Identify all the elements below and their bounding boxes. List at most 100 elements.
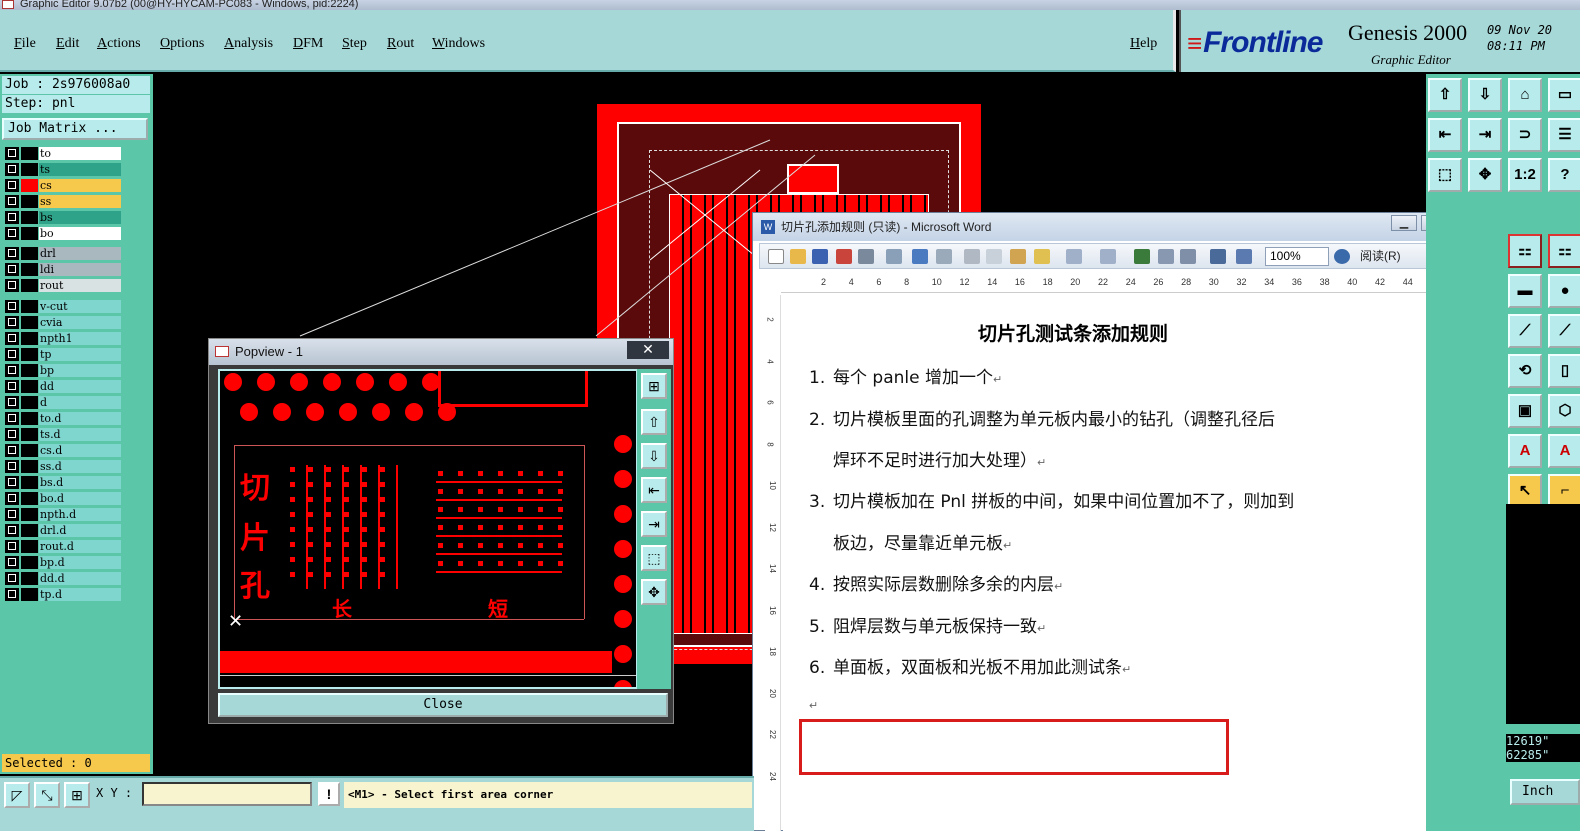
layer-name[interactable]: drl [39, 247, 121, 260]
zoom-toggle-icon[interactable]: ⤡ [34, 782, 60, 808]
minimize-icon[interactable]: ▁ [1391, 215, 1417, 231]
layer-name[interactable]: drl.d [39, 524, 121, 537]
layer-checkbox[interactable] [5, 396, 19, 409]
layer-name[interactable]: ts [39, 163, 121, 176]
layer-color-swatch[interactable] [21, 147, 38, 160]
layer-row-npth1[interactable]: npth1 [4, 331, 122, 346]
snap-grid-icon[interactable]: ⚏ [1508, 234, 1542, 268]
job-matrix-button[interactable]: Job Matrix ... [2, 118, 148, 140]
layer-name[interactable]: ts.d [39, 428, 121, 441]
layer-checkbox[interactable] [5, 572, 19, 585]
window-icon[interactable]: ▭ [1548, 78, 1580, 112]
pan-left-icon[interactable]: ⇤ [641, 477, 667, 503]
research-icon[interactable] [936, 249, 952, 264]
layer-row-ldi[interactable]: ldi [4, 262, 122, 277]
layer-row-bp.d[interactable]: bp.d [4, 555, 122, 570]
layer-color-swatch[interactable] [21, 300, 38, 313]
read-mode-button[interactable]: 阅读(R) [1360, 247, 1401, 266]
layer-checkbox[interactable] [5, 492, 19, 505]
layer-color-swatch[interactable] [21, 428, 38, 441]
circle-tool-icon[interactable]: ● [1548, 274, 1580, 308]
tables-icon[interactable] [1158, 249, 1174, 264]
layer-name[interactable]: to [39, 147, 121, 160]
ruler-tool-icon[interactable]: ▬ [1508, 274, 1542, 308]
layer-color-swatch[interactable] [21, 263, 38, 276]
open-icon[interactable] [790, 249, 806, 264]
layer-color-swatch[interactable] [21, 412, 38, 425]
text-tool-icon[interactable]: A [1508, 434, 1542, 468]
layer-checkbox[interactable] [5, 348, 19, 361]
layer-color-swatch[interactable] [21, 524, 38, 537]
layer-name[interactable]: to.d [39, 412, 121, 425]
layer-name[interactable]: dd [39, 380, 121, 393]
help-icon[interactable] [1334, 249, 1350, 264]
menu-dfm[interactable]: DFM [293, 36, 323, 52]
layer-name[interactable]: cs.d [39, 444, 121, 457]
fit-icon[interactable]: ⬚ [1428, 158, 1462, 192]
layer-color-swatch[interactable] [21, 364, 38, 377]
layer-color-swatch[interactable] [21, 492, 38, 505]
layer-color-swatch[interactable] [21, 348, 38, 361]
layer-row-bo.d[interactable]: bo.d [4, 491, 122, 506]
layer-name[interactable]: bs [39, 211, 121, 224]
layer-color-swatch[interactable] [21, 444, 38, 457]
layer-name[interactable]: d [39, 396, 121, 409]
hyperlink-icon[interactable] [1134, 249, 1150, 264]
print-icon[interactable] [858, 249, 874, 264]
layer-name[interactable]: ss [39, 195, 121, 208]
pan-up-icon[interactable]: ⇧ [641, 409, 667, 435]
flip-icon[interactable]: ⊃ [1508, 118, 1542, 152]
document-page[interactable]: 切片孔测试条添加规则 1. 每个 panle 增加一个↵ 2. 切片模板里面的孔调整… [783, 295, 1483, 831]
layer-checkbox[interactable] [5, 227, 19, 240]
zoom-area-icon[interactable]: ◸ [4, 782, 30, 808]
layer-name[interactable]: v-cut [39, 300, 121, 313]
layer-color-swatch[interactable] [21, 247, 38, 260]
layer-row-dd[interactable]: dd [4, 379, 122, 394]
layer-row-ts[interactable]: ts [4, 162, 122, 177]
menu-actions[interactable]: Actions [97, 36, 141, 52]
layer-color-swatch[interactable] [21, 211, 38, 224]
layer-row-d[interactable]: d [4, 395, 122, 410]
menu-windows[interactable]: Windows [432, 36, 485, 52]
layer-checkbox[interactable] [5, 556, 19, 569]
layer-row-bo[interactable]: bo [4, 226, 122, 241]
layer-color-swatch[interactable] [21, 316, 38, 329]
layer-checkbox[interactable] [5, 508, 19, 521]
layer-row-tp[interactable]: tp [4, 347, 122, 362]
move-right-icon[interactable]: ⇥ [1468, 118, 1502, 152]
layer-name[interactable]: bo [39, 227, 121, 240]
cut-icon[interactable] [964, 249, 980, 264]
zoom-out-icon[interactable]: ⬚ [641, 545, 667, 571]
pad-tool-icon[interactable]: ▯ [1548, 354, 1580, 388]
paste-icon[interactable] [1010, 249, 1026, 264]
layer-checkbox[interactable] [5, 476, 19, 489]
list-icon[interactable]: ☰ [1548, 118, 1580, 152]
layer-name[interactable]: rout.d [39, 540, 121, 553]
layer-row-to.d[interactable]: to.d [4, 411, 122, 426]
layer-name[interactable]: npth1 [39, 332, 121, 345]
layer-checkbox[interactable] [5, 147, 19, 160]
layer-name[interactable]: tp.d [39, 588, 121, 601]
layer-color-swatch[interactable] [21, 460, 38, 473]
layer-color-swatch[interactable] [21, 332, 38, 345]
spelling-icon[interactable] [912, 249, 928, 264]
layer-checkbox[interactable] [5, 428, 19, 441]
layer-name[interactable]: ss.d [39, 460, 121, 473]
pan-right-icon[interactable]: ⇥ [641, 511, 667, 537]
layer-checkbox[interactable] [5, 588, 19, 601]
layer-checkbox[interactable] [5, 163, 19, 176]
layer-checkbox[interactable] [5, 444, 19, 457]
home-icon[interactable]: ⌂ [1508, 78, 1542, 112]
insert-table-icon[interactable] [1180, 249, 1196, 264]
scale-icon[interactable]: 1:2 [1508, 158, 1542, 192]
help-icon[interactable]: ? [1548, 158, 1580, 192]
layer-row-bs[interactable]: bs [4, 210, 122, 225]
format-painter-icon[interactable] [1034, 249, 1050, 264]
zoom-fit-icon[interactable]: ⊞ [641, 373, 667, 399]
move-down-icon[interactable]: ⇩ [1468, 78, 1502, 112]
center-icon[interactable]: ✥ [1468, 158, 1502, 192]
xy-input[interactable] [142, 782, 312, 806]
route-tool-icon[interactable]: ⌐ [1548, 474, 1580, 508]
layer-name[interactable]: bp [39, 364, 121, 377]
layer-name[interactable]: bp.d [39, 556, 121, 569]
